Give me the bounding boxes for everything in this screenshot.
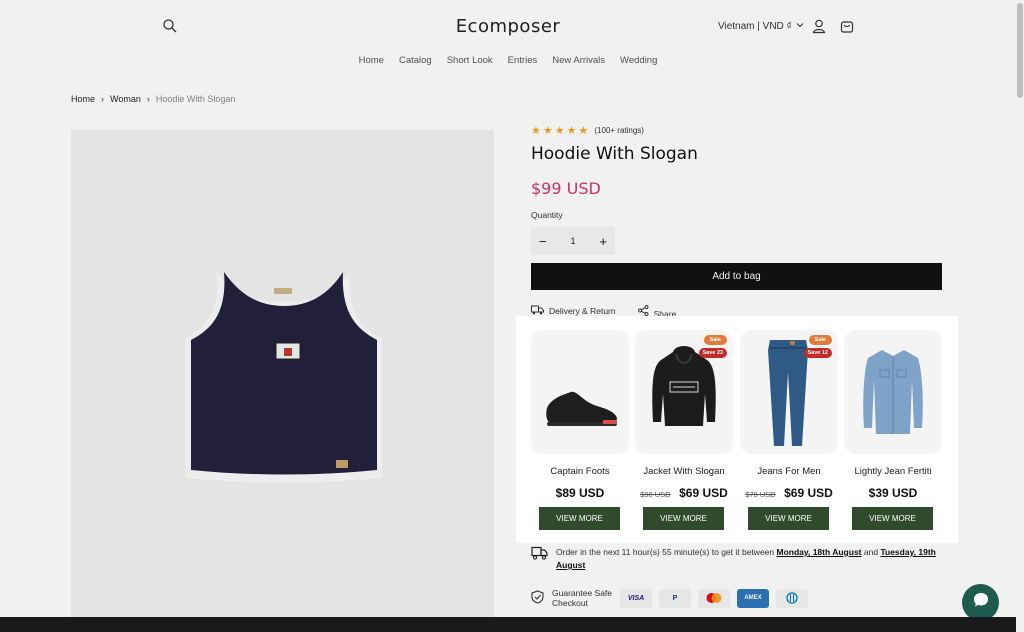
product-card[interactable]: Sale Save 23 Jacket With Slogan $90 USD … [635,330,733,530]
breadcrumb: Home › Woman › Hoodie With Slogan [71,94,235,104]
product-card-name[interactable]: Lightly Jean Fertiti [844,466,942,477]
currency-selector[interactable]: Vietnam | VND ₫ [718,21,804,32]
quantity-label: Quantity [531,210,563,220]
product-card-old-price: $90 USD [640,490,671,499]
mastercard-icon [698,588,730,608]
product-card[interactable]: Lightly Jean Fertiti $39 USD VIEW MORE [844,330,942,530]
chevron-right-icon: › [101,94,105,104]
guarantee-text: Guarantee Safe Checkout [552,588,613,608]
product-card-prices: $78 USD $69 USD [740,484,838,502]
view-more-button[interactable]: VIEW MORE [748,507,829,530]
product-card-name[interactable]: Jeans For Men [740,466,838,477]
star-icon: ★ [566,125,577,137]
product-card-price: $39 USD [868,486,918,500]
order-and: and [863,547,879,557]
product-card-image[interactable]: Sale Save 12 [740,330,838,454]
bottom-bar [0,617,1016,632]
product-card-price: $69 USD [679,486,728,500]
add-to-bag-button[interactable]: Add to bag [531,263,942,290]
star-icon: ★ [578,125,589,137]
site-logo[interactable]: Ecomposer [0,16,1016,37]
amex-icon: AMEX [737,588,769,608]
quantity-value[interactable]: 1 [570,236,575,246]
product-card-name[interactable]: Captain Foots [531,466,629,477]
product-card[interactable]: Sale Save 12 Jeans For Men $78 USD $69 U… [740,330,838,530]
star-icon: ★ [554,125,565,137]
plus-icon[interactable]: + [599,234,607,249]
recommendation-popup: Captain Foots $89 USD VIEW MORE Sale Sav… [516,316,958,543]
currency-label: Vietnam | VND ₫ [718,21,792,32]
nav-catalog[interactable]: Catalog [399,55,432,66]
product-rating: ★ ★ ★ ★ ★ (100+ ratings) [531,124,942,137]
star-icon: ★ [542,125,553,137]
product-card-prices: $90 USD $69 USD [635,484,733,502]
breadcrumb-home[interactable]: Home [71,94,95,104]
paypal-icon: P [659,588,691,608]
cart-icon[interactable] [839,18,855,34]
tank-top-image [185,272,382,483]
save-badge: Save 23 [698,348,727,358]
chat-bubble-icon [971,590,991,615]
nav-home[interactable]: Home [359,55,384,66]
rating-count: (100+ ratings) [594,126,644,135]
payment-methods: VISA P AMEX [620,588,808,608]
site-header: Ecomposer Vietnam | VND ₫ Home Catalog S… [0,0,1016,82]
diners-icon [776,588,808,608]
quantity-stepper: − 1 + [531,227,615,255]
sale-badge: Sale [808,335,832,345]
minus-icon[interactable]: − [539,234,547,249]
nav-entries[interactable]: Entries [508,55,538,66]
nav-short-look[interactable]: Short Look [447,55,493,66]
account-icon[interactable] [811,18,827,34]
chevron-right-icon: › [146,94,150,104]
shield-check-icon [531,590,544,606]
visa-icon: VISA [620,588,652,608]
chevron-down-icon [796,21,804,32]
view-more-button[interactable]: VIEW MORE [643,507,724,530]
star-icon: ★ [531,125,541,137]
product-card[interactable]: Captain Foots $89 USD VIEW MORE [531,330,629,530]
delivery-truck-icon [531,546,548,572]
denim-shirt-image [863,350,923,434]
scrollbar-thumb[interactable] [1017,3,1023,98]
save-badge: Save 12 [803,348,832,358]
product-title: Hoodie With Slogan [531,144,698,164]
product-card-old-price: $78 USD [745,490,776,499]
product-card-image[interactable] [531,330,629,454]
product-card-price: $89 USD [555,486,605,500]
delivery-estimate-text: Order in the next 11 hour(s) 55 minute(s… [556,546,951,572]
safe-checkout: Guarantee Safe Checkout VISA P AMEX [531,588,808,608]
product-card-image[interactable]: Sale Save 23 [635,330,733,454]
order-text: Order in the next 11 hour(s) 55 minute(s… [556,547,775,557]
product-card-prices: $89 USD [531,484,629,502]
chat-button[interactable] [962,584,999,621]
product-image[interactable] [71,130,494,632]
view-more-button[interactable]: VIEW MORE [539,507,620,530]
product-info: ★ ★ ★ ★ ★ (100+ ratings) Hoodie With Slo… [531,124,942,319]
breadcrumb-current: Hoodie With Slogan [155,94,236,104]
nav-wedding[interactable]: Wedding [620,55,657,66]
product-card-name[interactable]: Jacket With Slogan [635,466,733,477]
breadcrumb-woman[interactable]: Woman [110,94,141,104]
paypal-letter: P [672,594,678,602]
nav-new-arrivals[interactable]: New Arrivals [552,55,605,66]
delivery-label: Delivery & Return [549,306,616,316]
sneaker-image [546,391,617,426]
order-date-start: Monday, 18th August [776,547,862,557]
view-more-button[interactable]: VIEW MORE [852,507,933,530]
product-card-image[interactable] [844,330,942,454]
product-card-prices: $39 USD [844,484,942,502]
sale-badge: Sale [703,335,727,345]
product-card-price: $69 USD [784,486,833,500]
product-price: $99 USD [531,179,601,198]
delivery-estimate: Order in the next 11 hour(s) 55 minute(s… [531,546,951,572]
main-nav: Home Catalog Short Look Entries New Arri… [0,55,1016,66]
